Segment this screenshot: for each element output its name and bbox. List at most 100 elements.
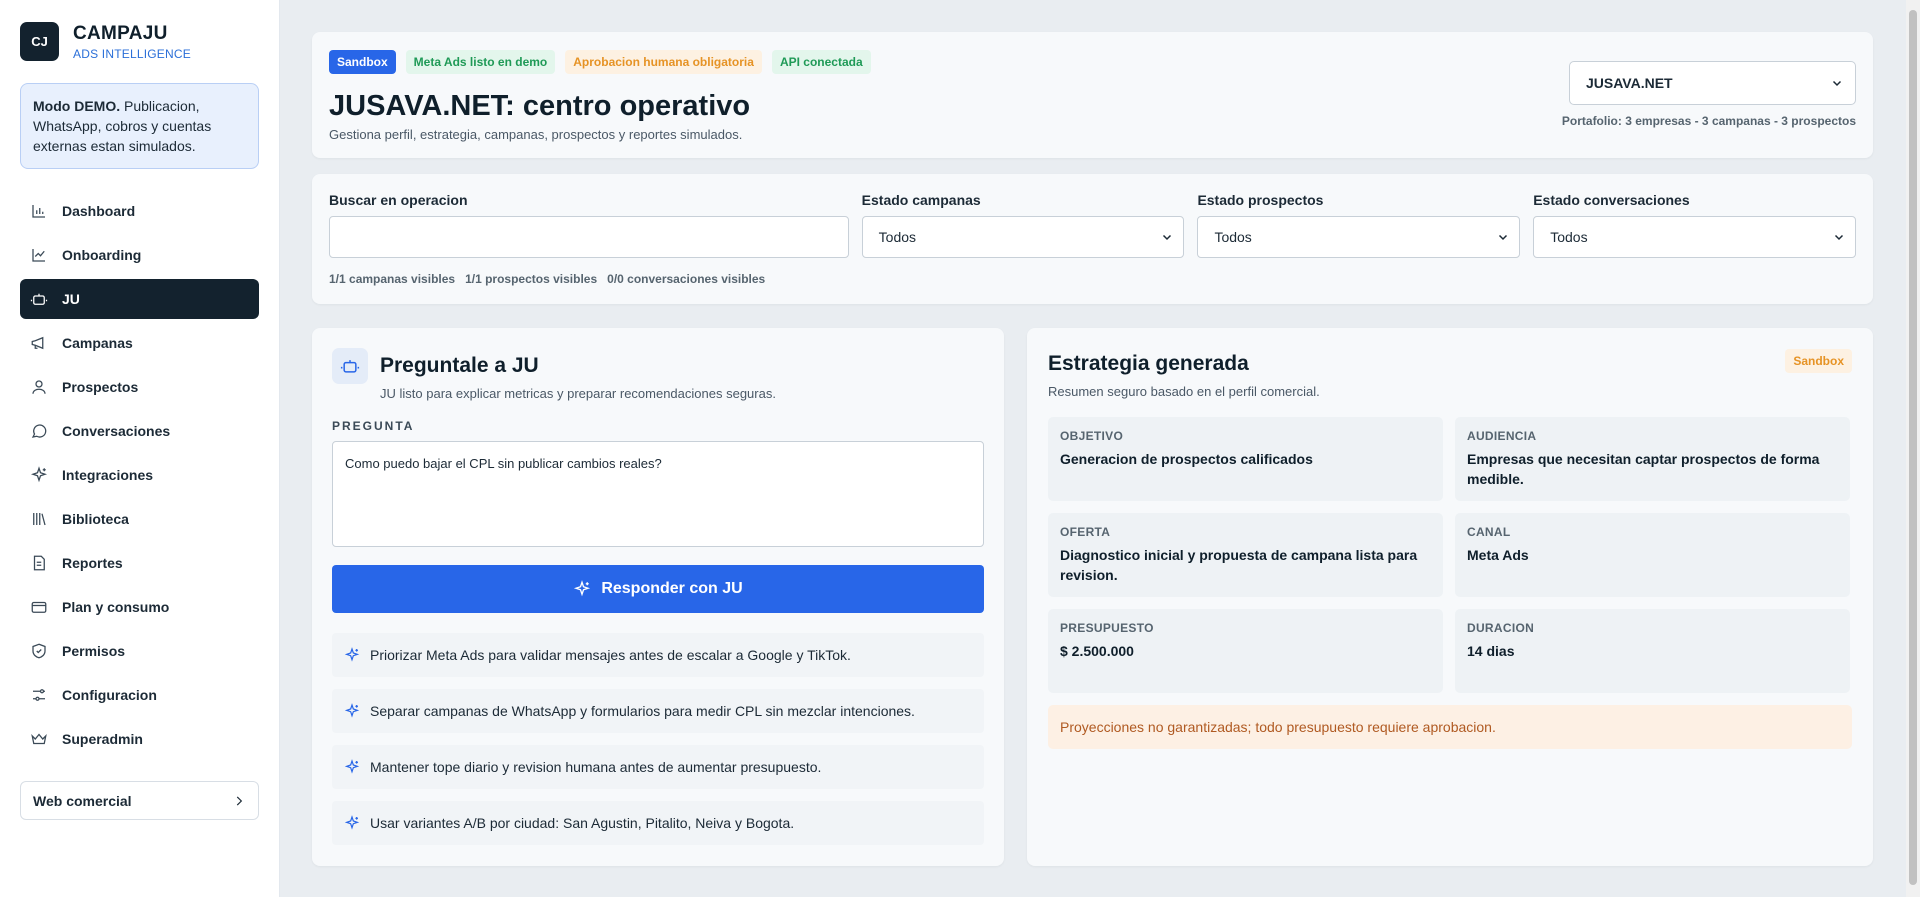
suggestion-text: Separar campanas de WhatsApp y formulari… [370,703,915,719]
robot-icon [332,348,368,384]
search-label: Buscar en operacion [329,192,468,208]
respond-button-label: Responder con JU [601,580,743,597]
sidebar-item-label: Dashboard [62,203,136,219]
user-icon [32,380,46,394]
suggestion-item[interactable]: Separar campanas de WhatsApp y formulari… [332,689,984,733]
sidebar-item-ju[interactable]: JU [20,279,259,319]
search-filter: Buscar en operacion [329,192,849,258]
status-badge: Sandbox [329,50,396,74]
sparkle-icon [344,759,360,774]
chevron-right-icon [236,796,243,805]
campaigns-filter-label: Estado campanas [861,192,981,208]
cell-key: AUDIENCIA [1467,429,1537,443]
sliders-icon [33,689,45,701]
prospects-status-select[interactable]: Todos [1197,216,1521,258]
sidebar-item-label: Onboarding [62,247,142,263]
strategy-grid: OBJETIVO Generacion de prospectos califi… [1048,417,1852,693]
prospects-filter: Estado prospectos Todos [1197,192,1521,258]
conversations-visible-count: 0/0 conversaciones visibles [607,272,766,286]
sidebar-item-reportes[interactable]: Reportes [20,543,259,583]
cell-value: $ 2.500.000 [1060,643,1134,659]
strategy-title: Estrategia generada [1048,352,1249,375]
campaigns-status-value: Todos [878,229,917,245]
brand-subtitle: ADS INTELLIGENCE [73,46,191,61]
sidebar-item-label: Prospectos [62,379,139,395]
sidebar-item-label: Campanas [62,335,133,351]
sidebar-item-label: Reportes [62,555,123,571]
chart-icon [32,205,45,218]
brand[interactable]: CJ CAMPAJU ADS INTELLIGENCE [20,22,259,61]
strategy-cell-audiencia: AUDIENCIA Empresas que necesitan captar … [1455,417,1850,501]
sidebar-item-configuracion[interactable]: Configuracion [20,675,259,715]
sidebar-item-conversaciones[interactable]: Conversaciones [20,411,259,451]
suggestion-text: Mantener tope diario y revision humana a… [370,759,822,775]
conversations-status-select[interactable]: Todos [1533,216,1856,258]
campaigns-status-select[interactable]: Todos [861,216,1185,258]
strategy-subtitle: Resumen seguro basado en el perfil comer… [1048,384,1320,399]
status-badge: API conectada [771,50,871,74]
header-card: Sandbox Meta Ads listo en demo Aprobacio… [312,32,1873,158]
sidebar-item-integraciones[interactable]: Integraciones [20,455,259,495]
company-select[interactable]: JUSAVA.NET [1569,61,1856,105]
demo-notice-bold: Modo DEMO. [33,98,121,114]
report-icon [33,555,45,571]
ask-ju-card: Preguntale a JU JU listo para explicar m… [312,328,1004,866]
page-scrollbar[interactable] [1906,0,1920,897]
sandbox-badge: Sandbox [1785,349,1852,373]
cell-value: Diagnostico inicial y propuesta de campa… [1060,547,1418,583]
web-comercial-button[interactable]: Web comercial [20,781,259,820]
sidebar-item-onboarding[interactable]: Onboarding [20,235,259,275]
library-icon [33,513,46,526]
chevron-down-icon [1834,234,1844,241]
sidebar-item-label: Integraciones [62,467,154,483]
megaphone-icon [31,336,44,350]
brand-logo: CJ [20,22,59,61]
sidebar-item-label: Superadmin [62,731,143,747]
status-badge: Meta Ads listo en demo [405,50,556,74]
sidebar-item-dashboard[interactable]: Dashboard [20,191,259,231]
ask-title: Preguntale a JU [380,354,539,377]
question-textarea[interactable]: Como puedo bajar el CPL sin publicar cam… [332,441,984,547]
respond-with-ju-button[interactable]: Responder con JU [332,565,984,613]
sidebar-item-campanas[interactable]: Campanas [20,323,259,363]
suggestion-item[interactable]: Mantener tope diario y revision humana a… [332,745,984,789]
sidebar-item-permisos[interactable]: Permisos [20,631,259,671]
sidebar-item-biblioteca[interactable]: Biblioteca [20,499,259,539]
onboarding-icon [32,249,45,262]
portfolio-summary: Portafolio: 3 empresas - 3 campanas - 3 … [1561,114,1856,128]
cell-key: DURACION [1467,621,1535,635]
suggestion-text: Priorizar Meta Ads para validar mensajes… [370,647,851,663]
campaigns-filter: Estado campanas Todos [861,192,1185,258]
card-icon [31,601,47,613]
search-input[interactable] [329,216,849,258]
conversations-filter-label: Estado conversaciones [1533,192,1690,208]
sidebar-item-label: JU [62,291,80,307]
suggestion-item[interactable]: Usar variantes A/B por ciudad: San Agust… [332,801,984,845]
cell-key: CANAL [1467,525,1511,539]
conversations-status-value: Todos [1550,229,1588,245]
sidebar-item-label: Biblioteca [62,511,129,527]
demo-notice: Modo DEMO. Publicacion, WhatsApp, cobros… [20,83,259,169]
projection-warning: Proyecciones no garantizadas; todo presu… [1048,705,1852,749]
cell-value: Meta Ads [1467,547,1529,563]
crown-icon [31,733,47,745]
sparkle-icon [574,580,591,597]
sidebar-item-plan-y-consumo[interactable]: Plan y consumo [20,587,259,627]
strategy-card: Estrategia generada Resumen seguro basad… [1027,328,1873,866]
suggestion-text: Usar variantes A/B por ciudad: San Agust… [370,815,795,831]
cell-value: Empresas que necesitan captar prospectos… [1467,451,1820,487]
sparkle-icon [344,703,360,718]
sidebar-item-superadmin[interactable]: Superadmin [20,719,259,759]
sidebar-item-label: Plan y consumo [62,599,170,615]
scrollbar-thumb[interactable] [1909,10,1917,885]
company-select-value: JUSAVA.NET [1586,75,1673,91]
sparkle-icon [344,815,360,830]
visibility-counts: 1/1 campanas visibles 1/1 prospectos vis… [329,272,1856,286]
suggestion-item[interactable]: Priorizar Meta Ads para validar mensajes… [332,633,984,677]
chevron-down-icon [1832,80,1842,87]
cell-key: OBJETIVO [1060,429,1124,443]
sidebar-item-label: Permisos [62,643,126,659]
sidebar-item-prospectos[interactable]: Prospectos [20,367,259,407]
ask-subtitle: JU listo para explicar metricas y prepar… [380,386,776,401]
web-comercial-label: Web comercial [33,792,132,809]
